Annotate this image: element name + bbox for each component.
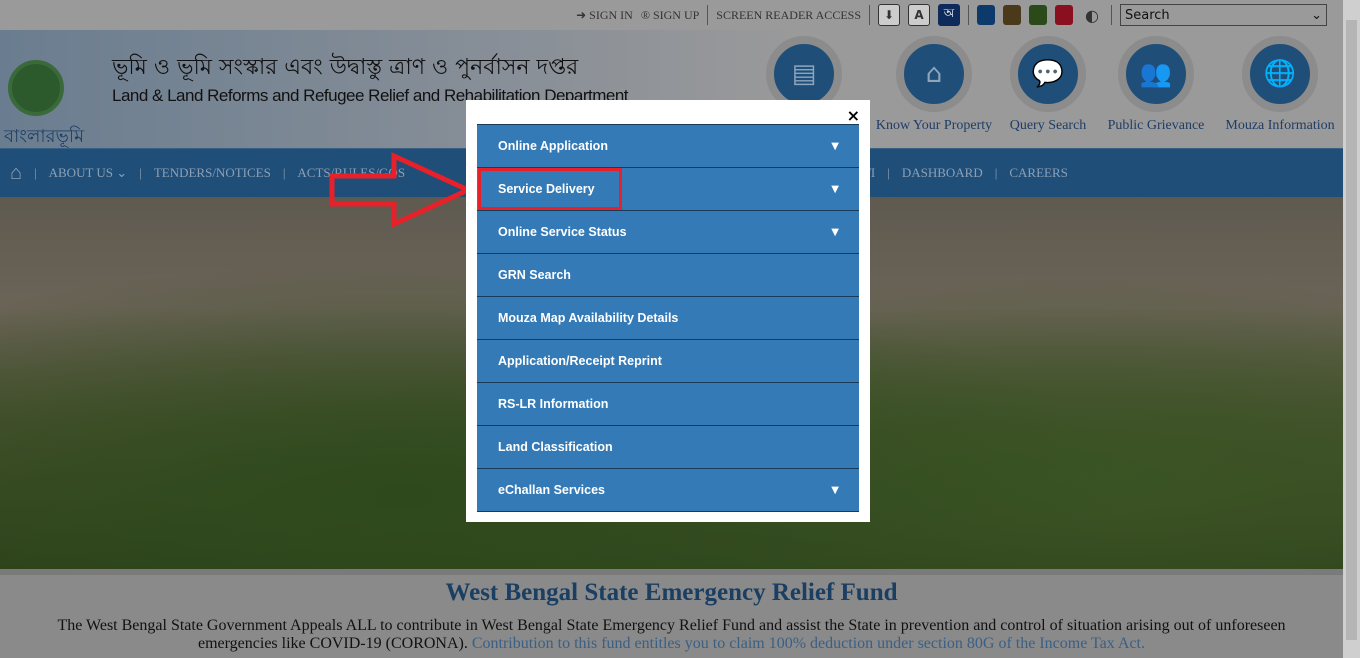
relief-link[interactable]: Contribution to this fund entitles you t… [468,635,1145,652]
menu-item-label: Online Service Status [498,225,627,239]
menu-item-rs-lr-information[interactable]: RS-LR Information [477,383,859,426]
quick-link-label: Query Search [1009,118,1087,133]
chevron-down-icon: ⌄ [116,165,128,180]
divider [869,5,870,25]
contrast-icon[interactable]: ◐ [1081,4,1103,26]
menu-item-label: GRN Search [498,268,571,282]
theme-red-swatch[interactable] [1055,5,1073,25]
top-utility-bar: ➜ SIGN IN ® SIGN UP SCREEN READER ACCESS… [0,0,1343,30]
services-modal: × Online Application ▼ Service Delivery ▼ … [466,100,870,522]
menu-item-label: Application/Receipt Reprint [498,354,662,368]
sign-in-label: SIGN IN [589,7,633,22]
search-select-value: Search [1125,7,1170,23]
divider [1111,5,1112,25]
red-arrow-annotation [329,152,474,228]
scrollbar[interactable] [1343,0,1360,658]
menu-item-mouza-map[interactable]: Mouza Map Availability Details [477,297,859,340]
menu-item-online-application[interactable]: Online Application ▼ [477,125,859,168]
download-icon[interactable]: ⬇ [878,4,900,26]
menu-item-grn-search[interactable]: GRN Search [477,254,859,297]
nav-tenders[interactable]: TENDERS/NOTICES [142,165,283,181]
scrollbar-thumb[interactable] [1346,20,1357,640]
quick-link-label: Know Your Property [875,118,993,133]
theme-blue-swatch[interactable] [977,5,995,25]
quick-link-public-grievance[interactable]: 👥 Public Grievance [1086,36,1226,134]
close-icon[interactable]: × [847,106,860,125]
nav-dashboard[interactable]: DASHBOARD [890,165,995,181]
nav-careers[interactable]: CAREERS [997,165,1080,181]
menu-item-label: RS-LR Information [498,397,609,411]
menu-item-online-service-status[interactable]: Online Service Status ▼ [477,211,859,254]
home-icon: ⌂ [896,36,972,112]
chat-icon: 💬 [1010,36,1086,112]
users-icon: 👥 [1118,36,1194,112]
menu-item-receipt-reprint[interactable]: Application/Receipt Reprint [477,340,859,383]
highlight-box-annotation [478,168,622,210]
chevron-down-icon: ▼ [831,484,839,496]
bengali-title: ভূমি ও ভূমি সংস্কার এবং উদ্বাস্তু ত্রাণ … [112,55,579,80]
search-select[interactable]: Search ⌄ [1120,4,1327,26]
theme-brown-swatch[interactable] [1003,5,1021,25]
nav-label: ABOUT US [48,165,114,180]
divider [968,5,969,25]
sign-in-link[interactable]: ➜ SIGN IN [576,8,633,23]
font-size-icon[interactable]: A [908,4,930,26]
home-icon[interactable]: ⌂ [10,162,34,185]
sign-up-label: SIGN UP [652,7,700,22]
chevron-down-icon: ▼ [831,140,839,152]
divider [707,5,709,25]
sign-up-link[interactable]: ® SIGN UP [641,8,699,23]
quick-link-label: Public Grievance [1107,118,1205,133]
menu-item-label: Online Application [498,139,608,153]
translate-icon[interactable]: অ [938,4,960,26]
relief-text: The West Bengal State Government Appeals… [20,617,1323,653]
chevron-down-icon: ⌄ [1311,7,1322,23]
menu-item-label: eChallan Services [498,483,606,497]
quick-link-label: Mouza Information [1225,118,1335,133]
chevron-down-icon: ▼ [831,183,839,195]
quick-link-mouza-information[interactable]: 🌐 Mouza Information [1210,36,1350,134]
nav-about-us[interactable]: ABOUT US ⌄ [37,165,140,181]
theme-green-swatch[interactable] [1029,5,1047,25]
menu-item-label: Mouza Map Availability Details [498,311,679,325]
screen-reader-link[interactable]: SCREEN READER ACCESS [716,8,861,23]
menu-item-land-classification[interactable]: Land Classification [477,426,859,469]
menu-item-echallan-services[interactable]: eChallan Services ▼ [477,469,859,512]
relief-title: West Bengal State Emergency Relief Fund [445,579,898,606]
globe-icon: 🌐 [1242,36,1318,112]
relief-fund-section: West Bengal State Emergency Relief Fund … [0,569,1343,658]
menu-item-label: Land Classification [498,440,613,454]
chevron-down-icon: ▼ [831,226,839,238]
department-logo [8,60,64,116]
